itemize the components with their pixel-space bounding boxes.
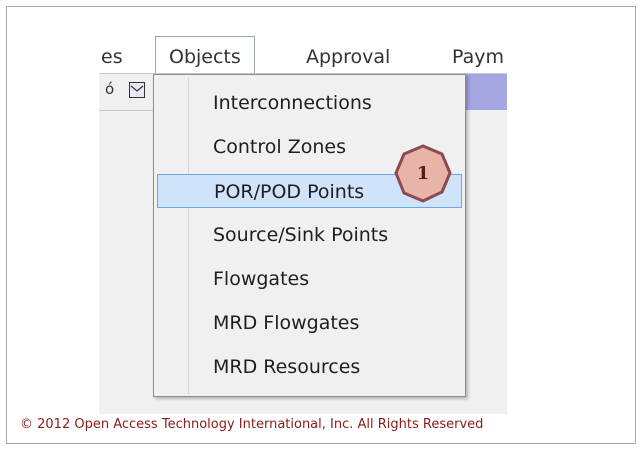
menu-bar: es Objects Approval Paym [99, 33, 507, 74]
callout-number: 1 [417, 163, 430, 184]
menu-option-label: MRD Flowgates [213, 312, 360, 334]
menu-option-source-sink-points[interactable]: Source/Sink Points [157, 218, 462, 252]
toolbar-box-icon[interactable] [129, 82, 145, 98]
menu-option-mrd-resources[interactable]: MRD Resources [157, 350, 462, 384]
step-number-callout-icon: 1 [394, 144, 452, 203]
menu-option-mrd-flowgates[interactable]: MRD Flowgates [157, 306, 462, 340]
menu-option-label: MRD Resources [213, 356, 361, 378]
menu-item-truncated-left[interactable]: es [101, 46, 123, 68]
menu-option-label: Source/Sink Points [213, 224, 389, 246]
copyright-footer: © 2012 Open Access Technology Internatio… [20, 417, 484, 432]
objects-dropdown-menu: Interconnections Control Zones POR/POD P… [153, 74, 466, 397]
envelope-icon [130, 85, 144, 92]
menu-option-interconnections[interactable]: Interconnections [157, 86, 462, 120]
menu-option-label: Interconnections [213, 92, 372, 114]
menu-option-flowgates[interactable]: Flowgates [157, 262, 462, 296]
menu-item-objects[interactable]: Objects [155, 36, 255, 73]
menu-option-label: Control Zones [213, 136, 346, 158]
menu-item-approval[interactable]: Approval [306, 46, 390, 68]
menu-item-payments[interactable]: Paym [452, 46, 504, 68]
toolbar-icon-partial[interactable]: ó [105, 82, 119, 97]
menu-option-label: Flowgates [213, 268, 310, 290]
menu-option-label: POR/POD Points [214, 181, 365, 203]
toolbar-left-strip: ó [99, 74, 154, 111]
